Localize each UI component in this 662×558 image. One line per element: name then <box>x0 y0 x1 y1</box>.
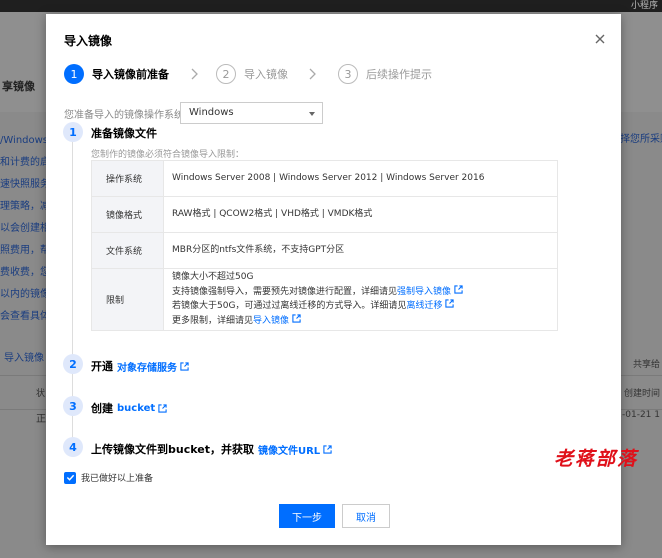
table-row: 文件系统 MBR分区的ntfs文件系统，不支持GPT分区 <box>91 232 558 269</box>
step-3: 3 后续操作提示 <box>338 64 432 84</box>
mini-program-label: 小程序 <box>630 1 658 11</box>
step-label: 导入镜像前准备 <box>92 68 169 81</box>
checkbox-checked-icon <box>64 471 76 484</box>
table-cell: 共享给 <box>632 360 660 370</box>
section-title: 准备镜像文件 <box>91 127 157 140</box>
row-value: MBR分区的ntfs文件系统，不支持GPT分区 <box>163 232 558 269</box>
limit-text: 若镜像大于50G，可通过过离线迁移的方式导入。详细请见 <box>172 301 407 311</box>
row-value: RAW格式 | QCOW2格式 | VHD格式 | VMDK格式 <box>163 196 558 233</box>
section-number: 3 <box>63 396 83 416</box>
background-left-text: /Windows 系 和计费的启动 速快照服务 理策略，减少 以会创建相 照费用… <box>0 130 46 328</box>
table-row: 操作系统 Windows Server 2008 | Windows Serve… <box>91 160 558 197</box>
step-2: 2 导入镜像 <box>216 64 288 84</box>
background-line: 会查看具体说 <box>0 311 46 322</box>
cancel-button[interactable]: 取消 <box>342 504 390 528</box>
ready-checkbox[interactable]: 我已做好以上准备 <box>64 471 153 484</box>
table-cell: 创建时间 <box>623 389 660 399</box>
section-2-title: 开通 对象存储服务 <box>91 358 189 374</box>
table-cell: 正 <box>36 414 46 425</box>
background-line: 以会创建相 <box>0 223 46 234</box>
table-row: 限制 镜像大小不超过50G 支持镜像强制导入，需要预先对镜像进行配置，详细请见强… <box>91 268 558 331</box>
step-indicator: 1 导入镜像前准备 2 导入镜像 3 后续操作提示 <box>64 64 604 86</box>
os-row: 您准备导入的镜像操作系统 Windows <box>64 102 364 124</box>
limit-line: 更多限制，详细请见导入镜像 <box>172 313 557 329</box>
step-label: 导入镜像 <box>244 68 288 81</box>
background-line: /Windows 系 <box>0 135 46 146</box>
limit-value: 镜像大小不超过50G 支持镜像强制导入，需要预先对镜像进行配置，详细请见强制导入… <box>163 268 558 331</box>
requirements-table: 操作系统 Windows Server 2008 | Windows Serve… <box>91 160 558 331</box>
background-line: 费收费，您可 <box>0 267 46 278</box>
step-number: 3 <box>338 64 358 84</box>
ready-label: 我已做好以上准备 <box>81 474 154 484</box>
chevron-right-icon <box>191 68 198 80</box>
background-line: 以内的镜像 <box>0 289 46 300</box>
external-link-icon <box>292 313 301 323</box>
external-link-icon <box>454 284 463 294</box>
section-title: 开通 <box>91 360 113 373</box>
row-key: 镜像格式 <box>91 196 164 233</box>
background-share-title: 享镜像 <box>2 80 35 93</box>
image-url-link[interactable]: 镜像文件URL <box>258 442 332 457</box>
external-link-icon <box>180 361 189 371</box>
step-1: 1 导入镜像前准备 <box>64 64 169 84</box>
external-link-icon <box>445 299 455 308</box>
row-key: 限制 <box>91 268 164 331</box>
import-image-link[interactable]: 导入镜像 <box>253 313 301 326</box>
os-selected-value: Windows <box>189 107 234 118</box>
close-button[interactable] <box>593 32 607 46</box>
section-title: 上传镜像文件到bucket，并获取 <box>91 443 254 456</box>
background-line: 速快照服务 <box>0 179 46 190</box>
limit-line: 若镜像大于50G，可通过过离线迁移的方式导入。详细请见离线迁移 <box>172 299 557 314</box>
watermark-logo: 老蒋部落 <box>554 448 639 470</box>
background-line: 理策略，减少 <box>0 201 46 212</box>
object-storage-link[interactable]: 对象存储服务 <box>117 359 189 374</box>
os-select[interactable]: Windows <box>180 102 323 124</box>
chevron-right-icon <box>309 68 316 80</box>
next-button[interactable]: 下一步 <box>279 504 335 528</box>
step-number: 2 <box>216 64 236 84</box>
offline-migration-link[interactable]: 离线迁移 <box>406 299 455 311</box>
section-3-title: 创建 bucket <box>91 400 167 416</box>
section-number: 2 <box>63 354 83 374</box>
section-number: 4 <box>63 437 83 457</box>
row-key: 文件系统 <box>91 232 164 269</box>
external-link-icon <box>158 403 167 413</box>
external-link-icon <box>323 444 332 454</box>
row-key: 操作系统 <box>91 160 164 197</box>
limit-text: 支持镜像强制导入，需要预先对镜像进行配置，详细请见 <box>172 286 398 297</box>
background-topbar: 小程序 <box>0 0 662 12</box>
close-icon <box>595 34 605 44</box>
background-line: 择您所采购的 <box>620 134 662 145</box>
background-line: 照费用，帮 <box>0 245 46 256</box>
limit-line: 镜像大小不超过50G <box>172 272 254 282</box>
row-value: Windows Server 2008 | Windows Server 201… <box>163 160 558 197</box>
limit-line: 支持镜像强制导入，需要预先对镜像进行配置，详细请见强制导入镜像 <box>172 284 557 300</box>
bucket-link[interactable]: bucket <box>117 403 167 414</box>
section-hint: 您制作的镜像必须符合镜像导入限制： <box>91 150 245 160</box>
os-label: 您准备导入的镜像操作系统 <box>64 110 184 121</box>
import-image-dialog: 导入镜像 1 导入镜像前准备 2 导入镜像 3 后续操作提示 您准备导入的镜像操… <box>46 14 621 545</box>
limit-text: 更多限制，详细请见 <box>172 315 254 326</box>
step-number: 1 <box>64 64 84 84</box>
caret-down-icon <box>309 112 315 116</box>
table-row: 镜像格式 RAW格式 | QCOW2格式 | VHD格式 | VMDK格式 <box>91 196 558 233</box>
background-line: 和计费的启动 <box>0 157 46 168</box>
dialog-title: 导入镜像 <box>64 34 113 48</box>
background-right-text: 择您所采购的 <box>620 130 662 145</box>
section-4-title: 上传镜像文件到bucket，并获取 镜像文件URL <box>91 441 332 457</box>
section-title: 创建 <box>91 402 113 415</box>
section-number: 1 <box>63 122 83 142</box>
table-cell: 状 <box>36 389 46 399</box>
step-label: 后续操作提示 <box>366 68 432 81</box>
force-import-link[interactable]: 强制导入镜像 <box>397 284 463 297</box>
